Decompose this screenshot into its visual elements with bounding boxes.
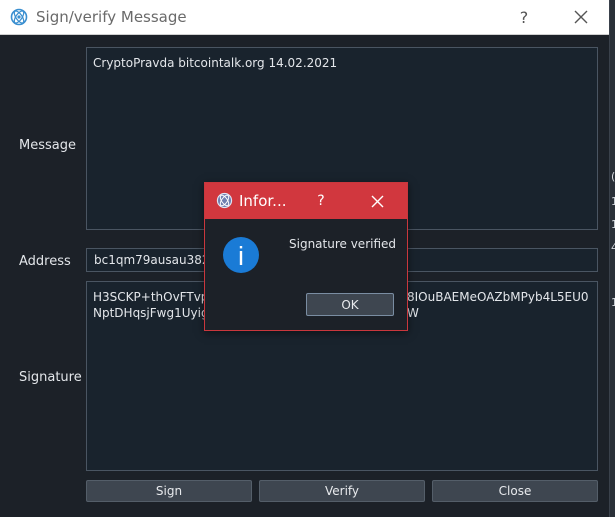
address-label: Address: [19, 254, 71, 269]
signature-text-end: 8IOuBAEMeOAZbMPyb4L5EU0W: [407, 290, 589, 320]
modal-close-button[interactable]: [365, 191, 389, 211]
verify-button[interactable]: Verify: [259, 480, 425, 502]
background-glyph: (: [611, 170, 615, 183]
address-text: bc1qm79ausau382t: [94, 253, 215, 267]
modal-message: Signature verified: [289, 237, 397, 251]
modal-titlebar[interactable]: Infor... ?: [205, 183, 407, 219]
modal-help-button[interactable]: ?: [309, 191, 333, 211]
background-glyph: 4: [611, 241, 615, 254]
background-glyph: 1: [611, 195, 615, 208]
background-glyph: 1: [611, 218, 615, 231]
background-glyph: 1: [611, 296, 615, 309]
modal-title: Infor...: [239, 192, 287, 210]
close-window-button[interactable]: [566, 4, 596, 30]
window-title: Sign/verify Message: [36, 8, 187, 26]
electrum-icon: [216, 192, 233, 209]
message-label: Message: [19, 138, 76, 153]
information-dialog: Infor... ? Signature verified OK: [204, 182, 408, 331]
close-icon: [371, 195, 383, 207]
signature-text-start: H3SCKP+thOvFTvpR: [93, 290, 217, 304]
sign-button[interactable]: Sign: [86, 480, 252, 502]
close-icon: [574, 10, 588, 24]
signature-label: Signature: [19, 370, 82, 385]
close-button[interactable]: Close: [432, 480, 598, 502]
background-window-edge: [610, 0, 615, 517]
titlebar[interactable]: Sign/verify Message ?: [0, 0, 609, 35]
help-button[interactable]: ?: [509, 4, 539, 30]
info-icon: [223, 237, 259, 273]
ok-button[interactable]: OK: [306, 293, 394, 316]
screen: ( 1 1 4 1 Sign/verify Message ? Message …: [0, 0, 615, 517]
electrum-icon: [10, 8, 28, 26]
message-text: CryptoPravda bitcointalk.org 14.02.2021: [93, 56, 338, 70]
